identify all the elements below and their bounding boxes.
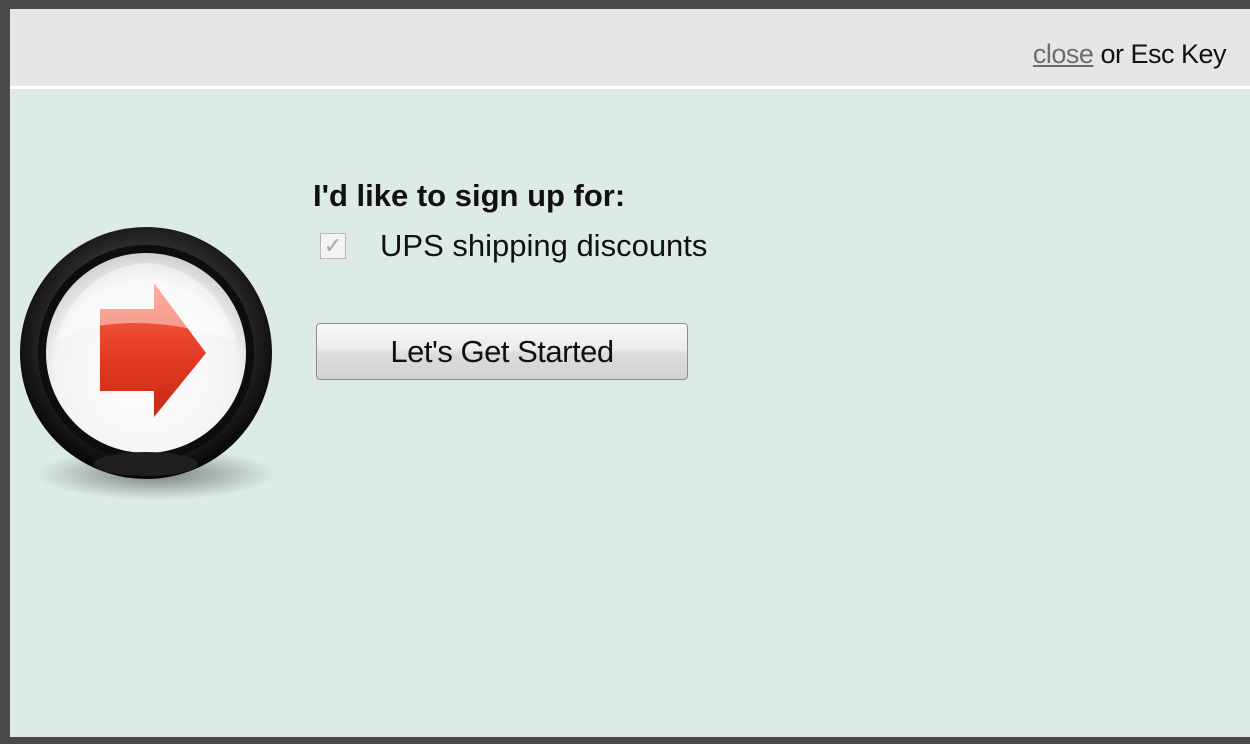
red-right-arrow-icon [20,227,276,500]
dialog-content: I'd like to sign up for: ✓ UPS shipping … [10,89,1250,737]
ups-discount-label: UPS shipping discounts [380,228,708,263]
lets-get-started-button[interactable]: Let's Get Started [316,323,688,380]
ups-discount-option: ✓ UPS shipping discounts [320,228,707,264]
close-hint: close or Esc Key [1033,39,1227,70]
signup-heading: I'd like to sign up for: [313,178,626,213]
signup-dialog: close or Esc Key I'd like to sign up for… [0,0,1250,744]
esc-key-hint: or Esc Key [1093,39,1226,69]
ups-discount-checkbox[interactable]: ✓ [320,233,346,259]
dialog-header: close or Esc Key [10,9,1250,89]
close-link[interactable]: close [1033,39,1094,69]
